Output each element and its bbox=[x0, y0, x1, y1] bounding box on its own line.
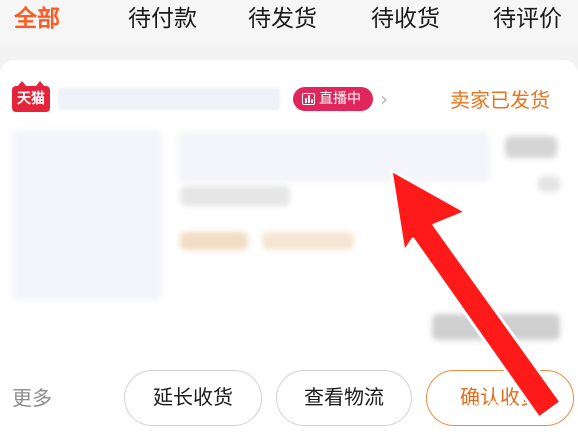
tab-pending-review[interactable]: 待评价 bbox=[493, 2, 562, 36]
product-sku-blurred bbox=[180, 186, 290, 206]
product-quantity-blurred bbox=[538, 176, 560, 192]
product-image[interactable] bbox=[12, 130, 162, 300]
tab-pending-shipment[interactable]: 待发货 bbox=[248, 2, 317, 36]
product-tag bbox=[180, 232, 248, 250]
live-badge-label: 直播中 bbox=[319, 91, 361, 107]
product-price-blurred bbox=[505, 136, 557, 158]
product-title-blurred[interactable] bbox=[178, 132, 490, 182]
tab-pending-payment[interactable]: 待付款 bbox=[128, 2, 197, 36]
extend-receipt-button[interactable]: 延长收货 bbox=[124, 370, 262, 426]
order-total-blurred bbox=[432, 314, 560, 340]
tmall-logo: 天猫 bbox=[12, 81, 50, 112]
product-tag bbox=[262, 232, 354, 250]
watermark: Baidu经验 bbox=[448, 401, 516, 417]
live-badge[interactable]: 直播中 bbox=[293, 87, 373, 111]
tab-all[interactable]: 全部 bbox=[14, 2, 60, 36]
order-tabs: 全部 待付款 待发货 待收货 待评价 bbox=[0, 0, 578, 46]
live-bars-icon bbox=[302, 93, 315, 105]
tab-pending-receipt[interactable]: 待收货 bbox=[371, 2, 440, 36]
shop-name-blurred[interactable] bbox=[58, 88, 280, 110]
chevron-right-icon[interactable]: › bbox=[380, 88, 388, 110]
view-logistics-button[interactable]: 查看物流 bbox=[276, 370, 412, 426]
order-status: 卖家已发货 bbox=[450, 88, 550, 112]
more-link[interactable]: 更多 bbox=[12, 384, 52, 412]
